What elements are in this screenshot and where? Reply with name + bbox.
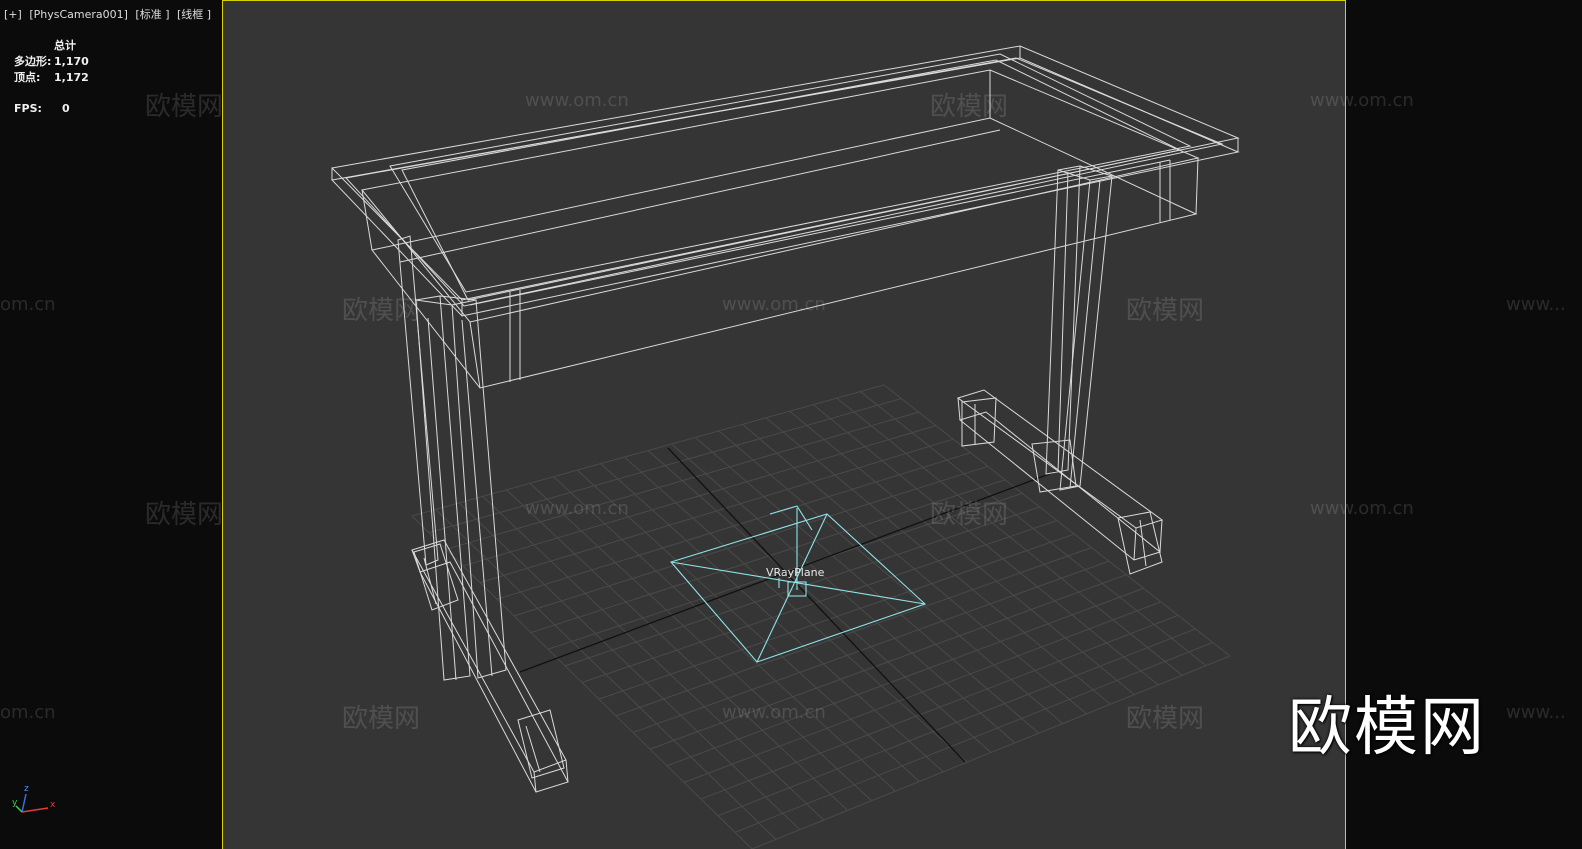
verts-value: 1,172 [54, 71, 89, 84]
brand-logo: 欧模网 [1288, 691, 1486, 765]
fps-value: 0 [62, 102, 70, 115]
polys-label: 多边形: [14, 55, 52, 68]
watermark: 欧模网 [145, 92, 224, 122]
axis-tripod [15, 793, 49, 813]
perspective-viewport[interactable] [222, 0, 1346, 849]
axis-z-label: z [24, 784, 29, 794]
viewport-label: [+] [PhysCamera001] [标准 ] [线框 ] [4, 6, 215, 22]
watermark: om.cn [0, 702, 56, 723]
axis-y-label: y [12, 798, 18, 808]
viewport-shading-label[interactable]: [标准 ] [135, 8, 169, 21]
vray-plane-label: VRayPlane [766, 566, 825, 579]
stats-total-heading: 总计 [54, 39, 76, 52]
watermark: www... [1506, 294, 1566, 315]
polys-value: 1,170 [54, 55, 89, 68]
axis-x-label: x [50, 800, 56, 810]
watermark: www... [1506, 702, 1566, 723]
verts-label: 顶点: [14, 71, 41, 84]
viewport-camera-label[interactable]: [PhysCamera001] [29, 8, 128, 21]
watermark: om.cn [0, 294, 56, 315]
viewport-mode-label[interactable]: [线框 ] [177, 8, 211, 21]
viewport-menu-button[interactable]: [+] [4, 8, 22, 21]
fps-label: FPS: [14, 102, 42, 115]
scene-statistics: 总计 多边形: 1,170 顶点: 1,172 FPS: 0 [14, 38, 89, 117]
watermark: 欧模网 [145, 500, 224, 530]
